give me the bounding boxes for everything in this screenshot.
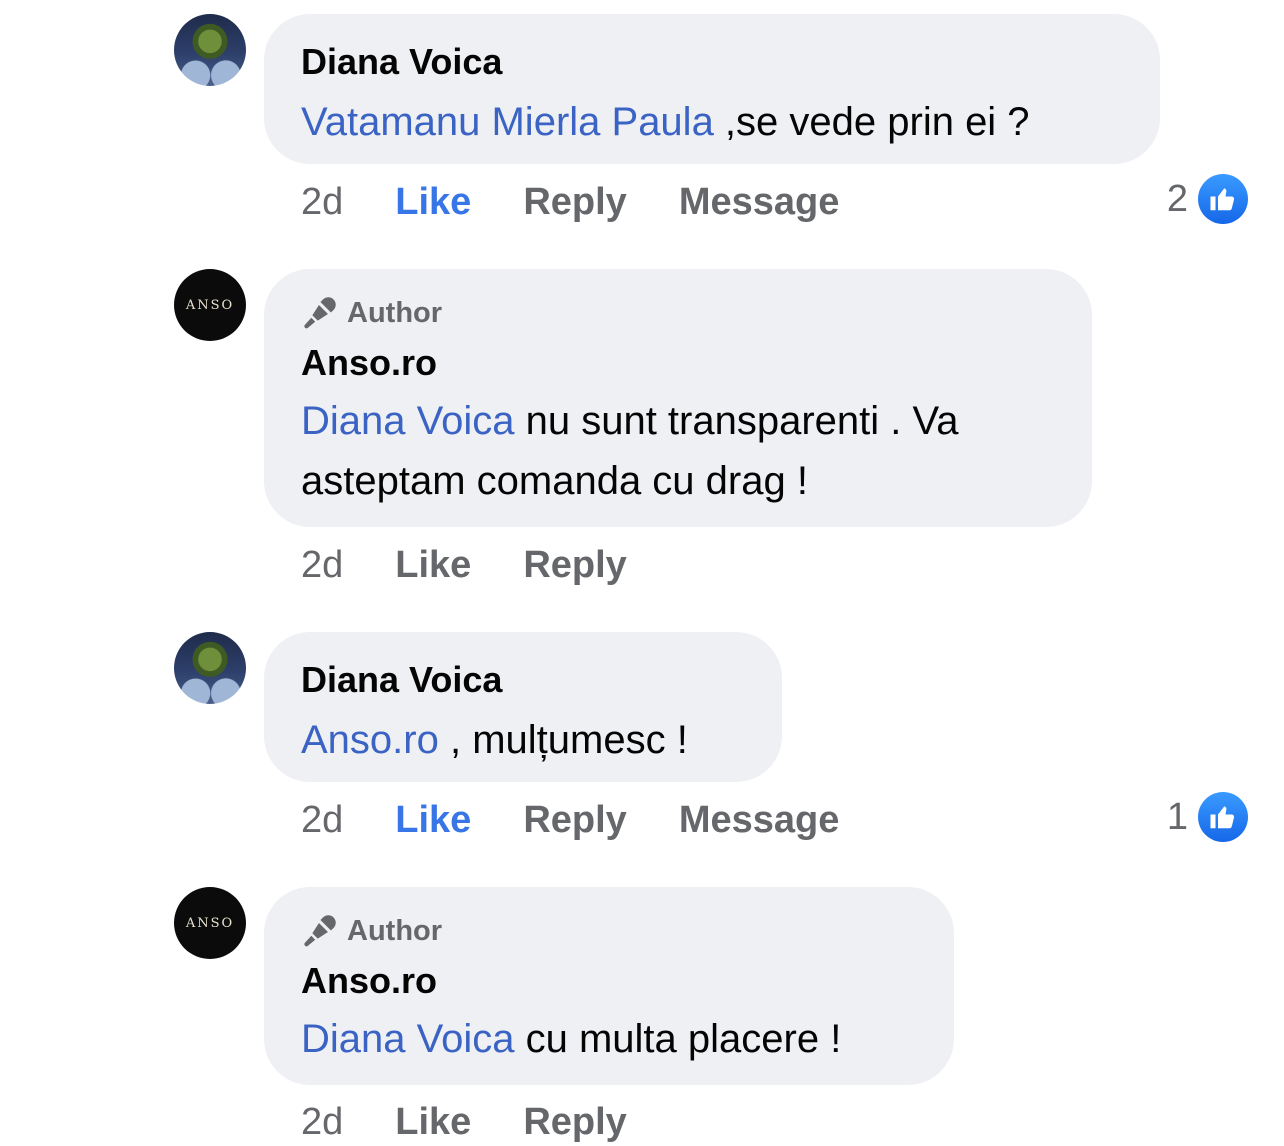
- comment-actions: 2d Like Reply: [301, 541, 679, 589]
- comment-text: Diana Voica nu sunt transparenti . Va as…: [301, 391, 1055, 511]
- comment-actions: 2d Like Reply: [301, 1098, 679, 1146]
- comment-body: , mulțumesc !: [438, 718, 688, 762]
- reaction-count: 2: [1166, 177, 1188, 220]
- comment-bubble: Author Anso.ro Diana Voica cu multa plac…: [264, 887, 954, 1085]
- author-badge: Author: [301, 913, 917, 949]
- timestamp[interactable]: 2d: [301, 544, 343, 587]
- mention-link[interactable]: Diana Voica: [301, 399, 514, 443]
- reply-button[interactable]: Reply: [523, 181, 626, 224]
- comment-author-name[interactable]: Diana Voica: [301, 40, 1123, 84]
- avatar[interactable]: [174, 14, 246, 86]
- avatar-logo-text: ANSO: [185, 297, 235, 313]
- author-badge: Author: [301, 295, 1055, 331]
- thumbs-up-icon: [1198, 174, 1248, 224]
- avatar-logo-text: ANSO: [185, 915, 235, 931]
- like-button[interactable]: Like: [395, 544, 471, 587]
- microphone-icon: [304, 915, 336, 947]
- avatar[interactable]: [174, 632, 246, 704]
- comment-body: ,se vede prin ei ?: [713, 100, 1030, 144]
- comment-author-name[interactable]: Anso.ro: [301, 959, 917, 1003]
- timestamp[interactable]: 2d: [301, 1101, 343, 1144]
- comment-author-name[interactable]: Diana Voica: [301, 658, 745, 702]
- reaction-count: 1: [1166, 795, 1188, 838]
- mention-link[interactable]: Anso.ro: [301, 718, 439, 762]
- reply-button[interactable]: Reply: [523, 544, 626, 587]
- like-button[interactable]: Like: [395, 1101, 471, 1144]
- timestamp[interactable]: 2d: [301, 799, 343, 842]
- like-button[interactable]: Like: [395, 181, 471, 224]
- reaction-summary[interactable]: 2: [1167, 174, 1248, 224]
- comment-text: Vatamanu Mierla Paula ,se vede prin ei ?: [301, 92, 1123, 152]
- thumbs-up-icon: [1198, 792, 1248, 842]
- timestamp[interactable]: 2d: [301, 181, 343, 224]
- reply-button[interactable]: Reply: [523, 799, 626, 842]
- author-badge-label: Author: [347, 914, 443, 947]
- message-button[interactable]: Message: [679, 181, 840, 224]
- mention-link[interactable]: Diana Voica: [301, 1017, 514, 1061]
- avatar[interactable]: ANSO: [174, 887, 246, 959]
- comment-text: Anso.ro , mulțumesc !: [301, 710, 745, 770]
- mention-link[interactable]: Vatamanu Mierla Paula: [301, 100, 714, 144]
- reaction-summary[interactable]: 1: [1167, 792, 1248, 842]
- reply-button[interactable]: Reply: [523, 1101, 626, 1144]
- comment-bubble: Diana Voica Vatamanu Mierla Paula ,se ve…: [264, 14, 1160, 164]
- message-button[interactable]: Message: [679, 799, 840, 842]
- comment-bubble: Diana Voica Anso.ro , mulțumesc !: [264, 632, 782, 782]
- avatar[interactable]: ANSO: [174, 269, 246, 341]
- comment-author-name[interactable]: Anso.ro: [301, 341, 1055, 385]
- comment-actions: 2d Like Reply Message: [301, 796, 891, 844]
- comment-text: Diana Voica cu multa placere !: [301, 1009, 917, 1069]
- comment-body: cu multa placere !: [514, 1017, 842, 1061]
- like-button[interactable]: Like: [395, 799, 471, 842]
- comment-actions: 2d Like Reply Message: [301, 178, 891, 226]
- author-badge-label: Author: [347, 296, 443, 329]
- microphone-icon: [304, 297, 336, 329]
- comment-bubble: Author Anso.ro Diana Voica nu sunt trans…: [264, 269, 1092, 527]
